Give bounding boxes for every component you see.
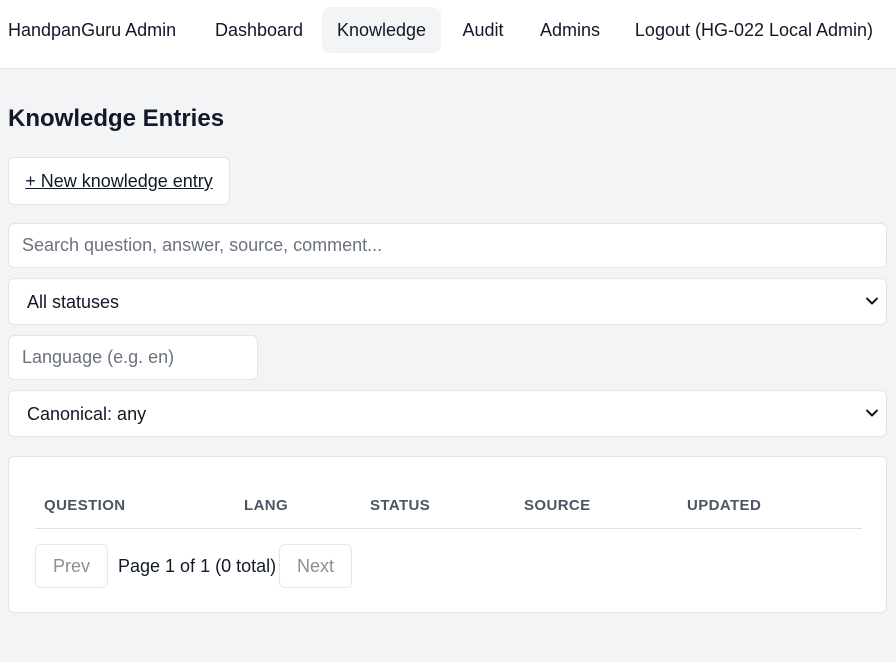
nav-link-audit[interactable]: Audit xyxy=(446,7,520,53)
column-header-source[interactable]: SOURCE xyxy=(524,497,591,515)
new-knowledge-entry-button[interactable]: + New knowledge entry xyxy=(8,157,230,205)
column-header-updated[interactable]: UPDATED xyxy=(687,497,761,515)
status-select-value: All statuses xyxy=(27,292,120,312)
nav-link-logout[interactable]: Logout (HG-022 Local Admin) xyxy=(620,7,888,53)
top-navbar: HandpanGuru Admin Dashboard Knowledge Au… xyxy=(0,0,896,69)
brand-title: HandpanGuru Admin xyxy=(8,20,177,40)
nav-link-admins[interactable]: Admins xyxy=(524,7,616,53)
table-header-divider xyxy=(35,528,862,529)
status-select[interactable]: All statuses xyxy=(8,278,887,325)
canonical-select-value: Canonical: any xyxy=(27,404,147,424)
nav-link-dashboard[interactable]: Dashboard xyxy=(201,7,317,53)
nav-link-knowledge[interactable]: Knowledge xyxy=(322,7,441,53)
chevron-down-icon xyxy=(866,409,878,417)
column-header-status[interactable]: STATUS xyxy=(370,497,430,515)
language-field xyxy=(8,335,258,380)
pagination-info: Page 1 of 1 (0 total) xyxy=(118,556,277,576)
column-header-lang[interactable]: LANG xyxy=(244,497,288,515)
canonical-select[interactable]: Canonical: any xyxy=(8,390,887,437)
next-page-button[interactable]: Next xyxy=(279,544,352,588)
prev-page-button[interactable]: Prev xyxy=(35,544,108,588)
page-title: Knowledge Entries xyxy=(8,105,225,132)
language-input[interactable] xyxy=(9,336,257,379)
column-header-question[interactable]: QUESTION xyxy=(44,497,126,515)
knowledge-table-card: QUESTION LANG STATUS SOURCE UPDATED Prev… xyxy=(8,456,887,613)
chevron-down-icon xyxy=(866,297,878,305)
search-field xyxy=(8,223,887,268)
search-input[interactable] xyxy=(9,224,886,267)
